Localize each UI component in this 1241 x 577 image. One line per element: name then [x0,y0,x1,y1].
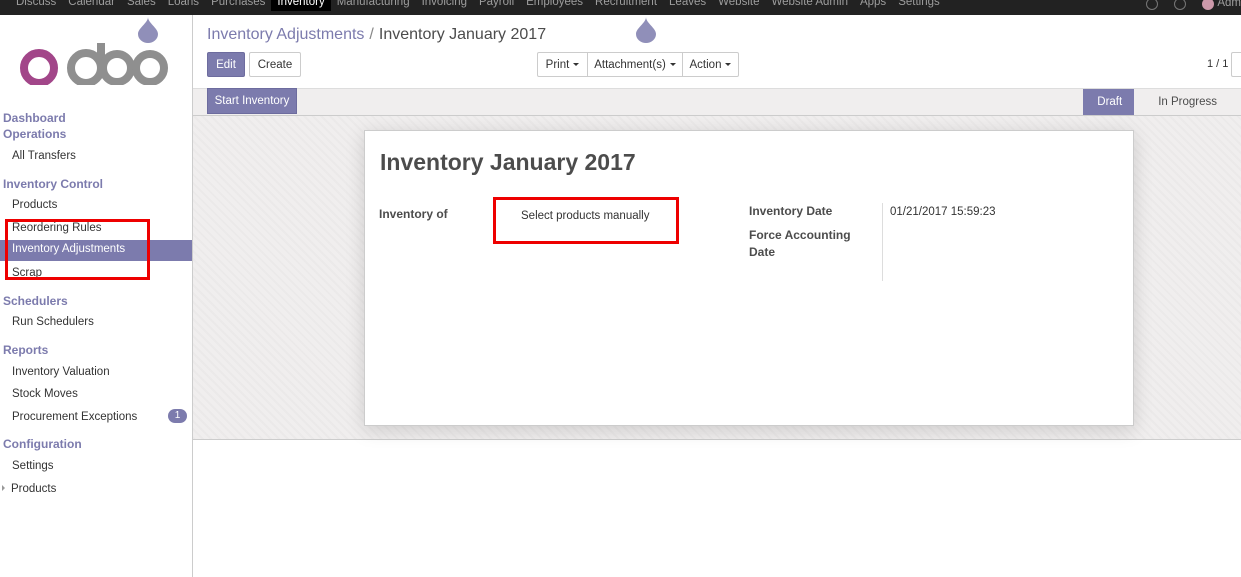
menu-calendar[interactable]: Calendar [62,0,121,11]
sidebar-dashboard[interactable]: Dashboard [3,111,66,125]
caret-down-icon [669,63,676,66]
start-inventory-button[interactable]: Start Inventory [207,88,297,114]
inventory-date-value[interactable]: 01/21/2017 15:59:23 [890,206,996,218]
sidebar-configuration-header: Configuration [3,437,82,451]
caret-right-icon[interactable] [2,485,5,491]
status-draft: Draft [1083,89,1148,115]
sidebar-schedulers-header: Schedulers [3,294,68,308]
menu-recruitment[interactable]: Recruitment [589,0,663,11]
app-menu: Discuss Calendar Sales Loans Purchases I… [10,0,946,11]
print-dropdown[interactable]: Print [537,52,588,77]
menu-website-admin[interactable]: Website Admin [765,0,854,11]
sidebar-reports-header: Reports [3,343,49,357]
inventory-of-label: Inventory of [379,207,448,221]
procurement-count-badge: 1 [168,409,187,423]
edit-button-label: Edit [216,58,236,71]
pager-previous-button[interactable] [1231,52,1241,77]
menu-settings[interactable]: Settings [892,0,946,11]
sidebar-item-procurement-exceptions[interactable]: Procurement Exceptions [12,411,137,423]
action-dropdown[interactable]: Action [682,52,739,77]
caret-down-icon [573,63,580,66]
sidebar: Dashboard Operations All Transfers Inven… [0,15,193,577]
sidebar-inventory-control-header: Inventory Control [3,177,104,191]
sidebar-item-settings[interactable]: Settings [12,460,54,472]
force-accounting-date-label-line2: Date [749,245,776,259]
print-label: Print [545,58,570,71]
chat-icon[interactable] [1174,0,1187,10]
avatar[interactable] [1202,0,1215,10]
menu-manufacturing[interactable]: Manufacturing [331,0,416,11]
at-icon[interactable] [1146,0,1159,10]
menu-invoicing[interactable]: Invoicing [416,0,473,11]
sidebar-item-products[interactable]: Products [12,199,57,211]
edit-button[interactable]: Edit [207,52,245,77]
drop-icon [138,17,158,43]
menu-purchases[interactable]: Purchases [205,0,271,11]
highlight-box-inventory-of [493,197,679,244]
inventory-date-label: Inventory Date [749,204,833,218]
highlight-box-sidebar [5,219,150,280]
menu-inventory[interactable]: Inventory [271,0,331,11]
action-label: Action [689,58,722,71]
menu-sales[interactable]: Sales [121,0,162,11]
sidebar-item-run-schedulers[interactable]: Run Schedulers [12,316,94,328]
sidebar-operations-header: Operations [3,127,67,141]
sidebar-item-inventory-valuation[interactable]: Inventory Valuation [12,366,110,378]
menu-website[interactable]: Website [712,0,765,11]
start-inventory-label: Start Inventory [214,95,290,107]
attachments-label: Attachment(s) [594,58,666,71]
attachments-dropdown[interactable]: Attachment(s) [587,52,683,77]
sidebar-item-stock-moves[interactable]: Stock Moves [12,388,78,400]
menu-loans[interactable]: Loans [162,0,205,11]
menu-apps[interactable]: Apps [854,0,892,11]
menu-leaves[interactable]: Leaves [663,0,712,11]
top-menu-bar: Discuss Calendar Sales Loans Purchases I… [0,0,1241,15]
force-accounting-date-label: Force Accounting [749,228,851,242]
menu-payroll[interactable]: Payroll [473,0,520,11]
status-steps: Draft In Progress [1083,89,1241,115]
breadcrumb-current: Inventory January 2017 [378,26,547,43]
status-draft-label: Draft [1097,96,1123,108]
breadcrumb-separator: / [369,26,374,43]
sidebar-item-all-transfers[interactable]: All Transfers [12,150,76,162]
menu-employees[interactable]: Employees [520,0,589,11]
breadcrumb-parent[interactable]: Inventory Adjustments [207,26,364,43]
caret-down-icon [725,63,732,66]
form-sheet: Inventory January 2017 Inventory of Sele… [364,130,1134,426]
pager-value[interactable]: 1 / 1 [1207,58,1228,70]
status-in-progress: In Progress [1134,89,1241,115]
field-divider [882,203,883,281]
menu-discuss[interactable]: Discuss [10,0,62,11]
status-in-progress-label: In Progress [1158,96,1217,108]
create-button[interactable]: Create [249,52,301,77]
breadcrumb: Inventory Adjustments / Inventory January … [207,26,546,44]
drop-icon [636,17,656,43]
systray: Adm [1138,0,1241,10]
create-button-label: Create [257,58,293,71]
user-name[interactable]: Adm [1217,0,1241,9]
sidebar-item-config-products[interactable]: Products [11,483,56,495]
odoo-logo[interactable] [18,43,168,85]
record-title: Inventory January 2017 [380,149,636,175]
